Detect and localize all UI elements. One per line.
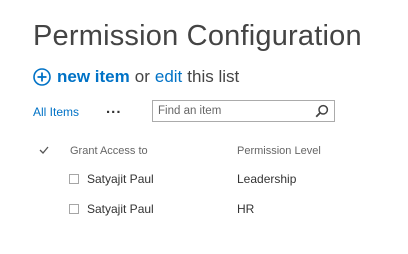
column-header-permission-level[interactable]: Permission Level — [237, 145, 321, 157]
more-options-button[interactable]: ... — [106, 100, 122, 117]
view-tab-all-items[interactable]: All Items — [33, 105, 79, 119]
list-header: Grant Access to Permission Level — [0, 140, 408, 162]
grant-access-cell[interactable]: Satyajit Paul — [87, 202, 154, 216]
grant-access-cell[interactable]: Satyajit Paul — [87, 172, 154, 186]
search-icon[interactable] — [315, 104, 329, 118]
edit-list-link[interactable]: edit — [155, 67, 182, 87]
table-row[interactable]: Satyajit Paul HR — [0, 195, 408, 225]
new-item-link[interactable]: new item — [57, 67, 130, 87]
column-header-grant-access-to[interactable]: Grant Access to — [70, 145, 148, 157]
this-list-text: this list — [187, 67, 240, 86]
plus-circle-icon[interactable] — [33, 68, 51, 86]
new-item-bar: new item or edit this list — [33, 67, 244, 87]
search-box — [152, 100, 335, 122]
row-checkbox[interactable] — [69, 204, 79, 214]
row-checkbox[interactable] — [69, 174, 79, 184]
select-all-checkmark-icon[interactable] — [39, 146, 49, 154]
search-input[interactable] — [153, 101, 313, 121]
page-title: Permission Configuration — [33, 20, 362, 52]
or-text: or — [134, 67, 150, 86]
list-toolbar: All Items ... — [33, 100, 343, 124]
permission-level-cell: Leadership — [237, 172, 297, 186]
table-row[interactable]: Satyajit Paul Leadership — [0, 165, 408, 195]
permission-level-cell: HR — [237, 202, 255, 216]
page: Permission Configuration new item or edi… — [0, 0, 408, 254]
